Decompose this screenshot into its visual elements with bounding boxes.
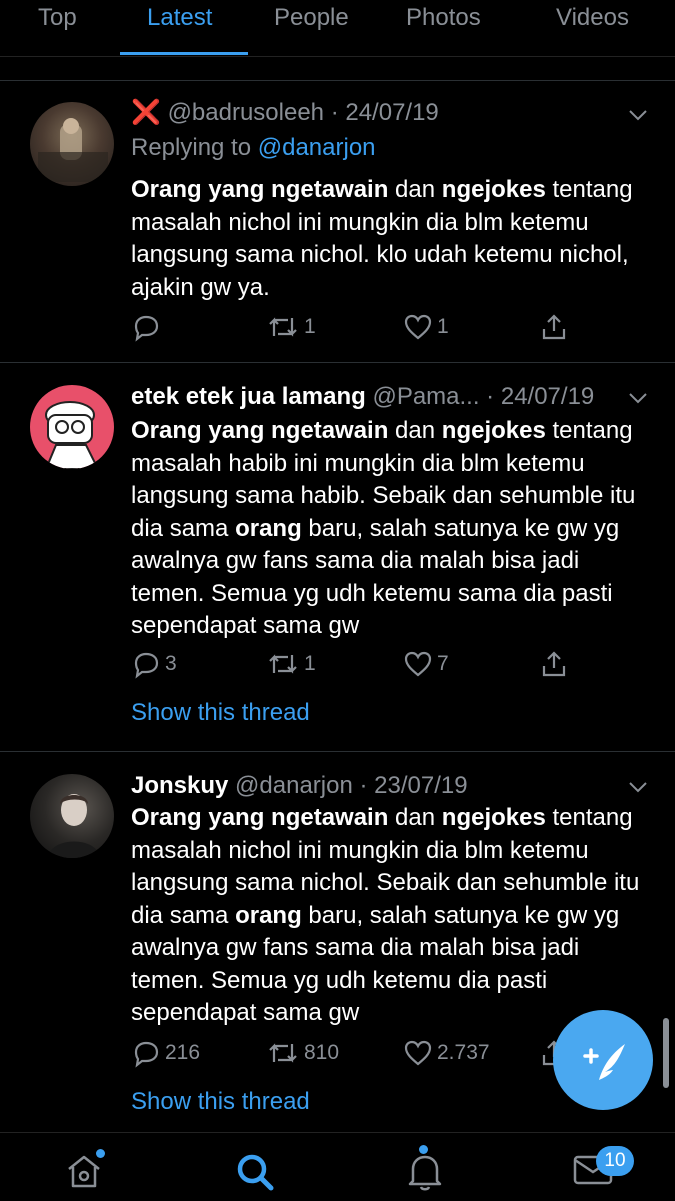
retweet-count: 1: [304, 652, 316, 675]
compose-tweet-button[interactable]: [553, 1010, 653, 1110]
share-button[interactable]: [539, 649, 569, 679]
reply-count: 3: [165, 652, 177, 675]
like-button[interactable]: 2.737: [403, 1038, 490, 1068]
retweet-button[interactable]: 810: [266, 1038, 339, 1068]
tweet-actions: 216 810 2.737: [131, 1038, 591, 1074]
tweet-author-name[interactable]: Jonskuy: [131, 772, 228, 799]
like-count: 7: [437, 652, 449, 675]
heart-icon: [404, 651, 432, 677]
like-button[interactable]: 7: [403, 649, 449, 679]
scrollbar[interactable]: [663, 1018, 669, 1088]
retweet-button[interactable]: 1: [266, 312, 316, 342]
tweet-date[interactable]: 24/07/19: [345, 99, 438, 126]
tweet-handle[interactable]: @danarjon: [235, 772, 353, 799]
tweet-author-name[interactable]: etek etek jua lamang: [131, 383, 366, 410]
tweet-text: Orang yang ngetawain dan ngejokes tentan…: [131, 804, 640, 1026]
like-count: 2.737: [437, 1041, 490, 1064]
tweet-actions: 1 1: [131, 312, 591, 348]
avatar-illustration: [44, 401, 100, 469]
like-button[interactable]: 1: [403, 312, 449, 342]
share-icon: [542, 651, 566, 677]
bell-notification-dot: [419, 1145, 428, 1154]
chevron-down-icon[interactable]: [627, 387, 649, 409]
avatar[interactable]: [30, 385, 114, 469]
tweet-handle[interactable]: @Pama...: [372, 383, 479, 410]
retweet-count: 810: [304, 1041, 340, 1064]
reply-button[interactable]: 216: [131, 1038, 200, 1068]
search-tabs: Top Latest People Photos Videos: [0, 0, 675, 57]
divider: [0, 80, 675, 81]
retweet-count: 1: [304, 315, 316, 338]
tweet-header: ❌ @badrusoleeh · 24/07/19: [131, 99, 439, 126]
reply-icon: [134, 315, 159, 342]
tab-people[interactable]: People: [274, 4, 349, 32]
reply-count: 216: [165, 1041, 201, 1064]
retweet-icon: [269, 317, 297, 337]
retweet-icon: [269, 654, 297, 674]
tweet-handle[interactable]: @badrusoleeh: [168, 99, 324, 126]
avatar[interactable]: [30, 102, 114, 186]
compose-feather-icon: [583, 1044, 625, 1080]
tab-photos[interactable]: Photos: [406, 4, 481, 32]
chevron-down-icon[interactable]: [627, 776, 649, 798]
tweet[interactable]: ❌ @badrusoleeh · 24/07/19 Replying to @d…: [0, 82, 675, 362]
retweet-icon: [269, 1043, 297, 1063]
avatar[interactable]: [30, 774, 114, 858]
like-count: 1: [437, 315, 449, 338]
reply-button[interactable]: 3: [131, 649, 177, 679]
mail-unread-badge: 10: [596, 1146, 634, 1176]
replying-to-handle[interactable]: @danarjon: [258, 134, 376, 161]
tweet-text: Orang yang ngetawain dan ngejokes tentan…: [131, 176, 633, 301]
replying-to: Replying to @danarjon: [131, 134, 376, 161]
tweet-actions: 3 1 7: [131, 649, 591, 685]
tab-top[interactable]: Top: [38, 4, 77, 32]
tab-latest[interactable]: Latest: [147, 4, 212, 32]
share-icon: [542, 314, 566, 340]
tweet-header: etek etek jua lamang @Pama... · 24/07/19: [131, 383, 595, 410]
tab-videos[interactable]: Videos: [556, 4, 629, 32]
retweet-button[interactable]: 1: [266, 649, 316, 679]
tweet-text: Orang yang ngetawain dan ngejokes tentan…: [131, 417, 636, 639]
reply-icon: [134, 1041, 159, 1068]
tweet-date[interactable]: 23/07/19: [374, 772, 467, 799]
heart-icon: [404, 314, 432, 340]
show-thread-link[interactable]: Show this thread: [131, 699, 310, 727]
cross-mark-emoji: ❌: [131, 99, 161, 126]
avatar-photo: [48, 794, 100, 858]
reply-icon: [134, 652, 159, 679]
heart-icon: [404, 1040, 432, 1066]
home-notification-dot: [96, 1149, 105, 1158]
active-tab-indicator: [120, 52, 248, 55]
search-icon[interactable]: [234, 1151, 276, 1193]
tweet-date[interactable]: 24/07/19: [501, 383, 594, 410]
avatar-photo: [38, 118, 108, 182]
bottom-nav: [0, 1132, 675, 1201]
tweet[interactable]: etek etek jua lamang @Pama... · 24/07/19…: [0, 363, 675, 751]
reply-button[interactable]: [131, 312, 165, 342]
chevron-down-icon[interactable]: [627, 104, 649, 126]
show-thread-link[interactable]: Show this thread: [131, 1088, 310, 1116]
tweet-header: Jonskuy @danarjon · 23/07/19: [131, 772, 468, 799]
share-button[interactable]: [539, 312, 569, 342]
bell-icon[interactable]: [405, 1151, 445, 1193]
